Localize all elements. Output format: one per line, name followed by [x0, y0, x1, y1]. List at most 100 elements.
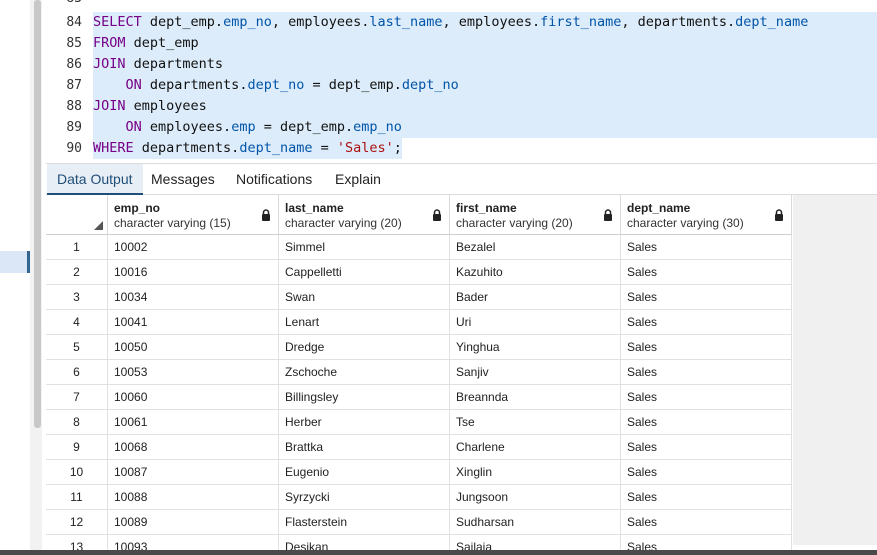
- table-row[interactable]: 9 10068 Brattka Charlene Sales: [46, 435, 793, 460]
- row-number[interactable]: 10: [46, 460, 108, 485]
- cell-emp-no[interactable]: 10061: [108, 410, 279, 435]
- cell-last-name[interactable]: Flasterstein: [279, 510, 450, 535]
- row-number[interactable]: 8: [46, 410, 108, 435]
- tab-messages[interactable]: Messages: [141, 164, 225, 194]
- table-row[interactable]: 6 10053 Zschoche Sanjiv Sales: [46, 360, 793, 385]
- lock-icon: [433, 209, 441, 221]
- cell-last-name[interactable]: Billingsley: [279, 385, 450, 410]
- horizontal-scrollbar[interactable]: [0, 550, 877, 555]
- cell-last-name[interactable]: Herber: [279, 410, 450, 435]
- code-line[interactable]: 86 JOIN departments: [46, 54, 877, 75]
- cell-emp-no[interactable]: 10088: [108, 485, 279, 510]
- row-number[interactable]: 12: [46, 510, 108, 535]
- cell-emp-no[interactable]: 10016: [108, 260, 279, 285]
- cell-first-name[interactable]: Charlene: [450, 435, 621, 460]
- row-number[interactable]: 7: [46, 385, 108, 410]
- select-all-corner[interactable]: [46, 195, 108, 235]
- code-line[interactable]: 88 JOIN employees: [46, 96, 877, 117]
- sql-column-ref: emp_no: [223, 14, 272, 30]
- column-header-last-name[interactable]: last_name character varying (20): [279, 195, 450, 235]
- cell-first-name[interactable]: Uri: [450, 310, 621, 335]
- table-row[interactable]: 8 10061 Herber Tse Sales: [46, 410, 793, 435]
- sql-editor[interactable]: 83 84SELECT dept_emp.emp_no, employees.la…: [46, 0, 877, 163]
- cell-emp-no[interactable]: 10041: [108, 310, 279, 335]
- row-number[interactable]: 1: [46, 235, 108, 260]
- cell-emp-no[interactable]: 10089: [108, 510, 279, 535]
- row-number[interactable]: 3: [46, 285, 108, 310]
- code-line[interactable]: 85 FROM dept_emp: [46, 33, 877, 54]
- tab-notifications[interactable]: Notifications: [226, 164, 322, 194]
- cell-first-name[interactable]: Sanjiv: [450, 360, 621, 385]
- row-number[interactable]: 5: [46, 335, 108, 360]
- code-line[interactable]: 84 SELECT dept_emp.emp_no, employees.last…: [46, 12, 877, 33]
- cell-dept-name[interactable]: Sales: [621, 235, 792, 260]
- cell-dept-name[interactable]: Sales: [621, 485, 792, 510]
- code-line[interactable]: 87 ON departments.dept_no = dept_emp.dep…: [46, 75, 877, 96]
- cell-dept-name[interactable]: Sales: [621, 310, 792, 335]
- table-row[interactable]: 7 10060 Billingsley Breannda Sales: [46, 385, 793, 410]
- cell-dept-name[interactable]: Sales: [621, 335, 792, 360]
- cell-first-name[interactable]: Breannda: [450, 385, 621, 410]
- grid-empty-area: [793, 195, 877, 545]
- cell-last-name[interactable]: Eugenio: [279, 460, 450, 485]
- row-number[interactable]: 11: [46, 485, 108, 510]
- cell-last-name[interactable]: Cappelletti: [279, 260, 450, 285]
- tree-scrollbar-thumb[interactable]: [34, 0, 41, 428]
- table-row[interactable]: 4 10041 Lenart Uri Sales: [46, 310, 793, 335]
- column-header-emp-no[interactable]: emp_no character varying (15): [108, 195, 279, 235]
- cell-last-name[interactable]: Syrzycki: [279, 485, 450, 510]
- cell-first-name[interactable]: Sudharsan: [450, 510, 621, 535]
- row-number[interactable]: 2: [46, 260, 108, 285]
- cell-emp-no[interactable]: 10034: [108, 285, 279, 310]
- sql-token: departments.: [141, 77, 248, 93]
- cell-emp-no[interactable]: 10087: [108, 460, 279, 485]
- table-row[interactable]: 3 10034 Swan Bader Sales: [46, 285, 793, 310]
- table-row[interactable]: 10 10087 Eugenio Xinglin Sales: [46, 460, 793, 485]
- cell-dept-name[interactable]: Sales: [621, 435, 792, 460]
- tab-explain[interactable]: Explain: [325, 164, 391, 194]
- cell-dept-name[interactable]: Sales: [621, 410, 792, 435]
- row-number[interactable]: 9: [46, 435, 108, 460]
- row-number[interactable]: 4: [46, 310, 108, 335]
- row-number[interactable]: 6: [46, 360, 108, 385]
- cell-first-name[interactable]: Jungsoon: [450, 485, 621, 510]
- cell-dept-name[interactable]: Sales: [621, 285, 792, 310]
- cell-dept-name[interactable]: Sales: [621, 260, 792, 285]
- cell-first-name[interactable]: Kazuhito: [450, 260, 621, 285]
- cell-first-name[interactable]: Yinghua: [450, 335, 621, 360]
- cell-dept-name[interactable]: Sales: [621, 510, 792, 535]
- table-row[interactable]: 5 10050 Dredge Yinghua Sales: [46, 335, 793, 360]
- cell-emp-no[interactable]: 10053: [108, 360, 279, 385]
- code-line[interactable]: 90 WHERE departments.dept_name = 'Sales';: [46, 138, 877, 159]
- cell-emp-no[interactable]: 10068: [108, 435, 279, 460]
- cell-dept-name[interactable]: Sales: [621, 360, 792, 385]
- tab-data-output[interactable]: Data Output: [47, 164, 143, 195]
- cell-last-name[interactable]: Zschoche: [279, 360, 450, 385]
- cell-last-name[interactable]: Swan: [279, 285, 450, 310]
- sql-keyword: ON: [125, 77, 142, 93]
- table-row[interactable]: 1 10002 Simmel Bezalel Sales: [46, 235, 793, 260]
- cell-first-name[interactable]: Bader: [450, 285, 621, 310]
- cell-first-name[interactable]: Tse: [450, 410, 621, 435]
- code-line[interactable]: 83: [46, 0, 877, 9]
- tree-selected-item[interactable]: [0, 251, 30, 273]
- column-header-first-name[interactable]: first_name character varying (20): [450, 195, 621, 235]
- table-row[interactable]: 11 10088 Syrzycki Jungsoon Sales: [46, 485, 793, 510]
- cell-emp-no[interactable]: 10050: [108, 335, 279, 360]
- cell-emp-no[interactable]: 10002: [108, 235, 279, 260]
- cell-first-name[interactable]: Bezalel: [450, 235, 621, 260]
- sql-keyword: WHERE: [93, 140, 134, 156]
- cell-last-name[interactable]: Lenart: [279, 310, 450, 335]
- cell-last-name[interactable]: Brattka: [279, 435, 450, 460]
- code-line[interactable]: 89 ON employees.emp = dept_emp.emp_no: [46, 117, 877, 138]
- cell-emp-no[interactable]: 10060: [108, 385, 279, 410]
- sql-token: dept_emp: [125, 35, 199, 51]
- cell-last-name[interactable]: Dredge: [279, 335, 450, 360]
- table-row[interactable]: 12 10089 Flasterstein Sudharsan Sales: [46, 510, 793, 535]
- cell-last-name[interactable]: Simmel: [279, 235, 450, 260]
- cell-dept-name[interactable]: Sales: [621, 385, 792, 410]
- column-header-dept-name[interactable]: dept_name character varying (30): [621, 195, 792, 235]
- table-row[interactable]: 2 10016 Cappelletti Kazuhito Sales: [46, 260, 793, 285]
- cell-dept-name[interactable]: Sales: [621, 460, 792, 485]
- cell-first-name[interactable]: Xinglin: [450, 460, 621, 485]
